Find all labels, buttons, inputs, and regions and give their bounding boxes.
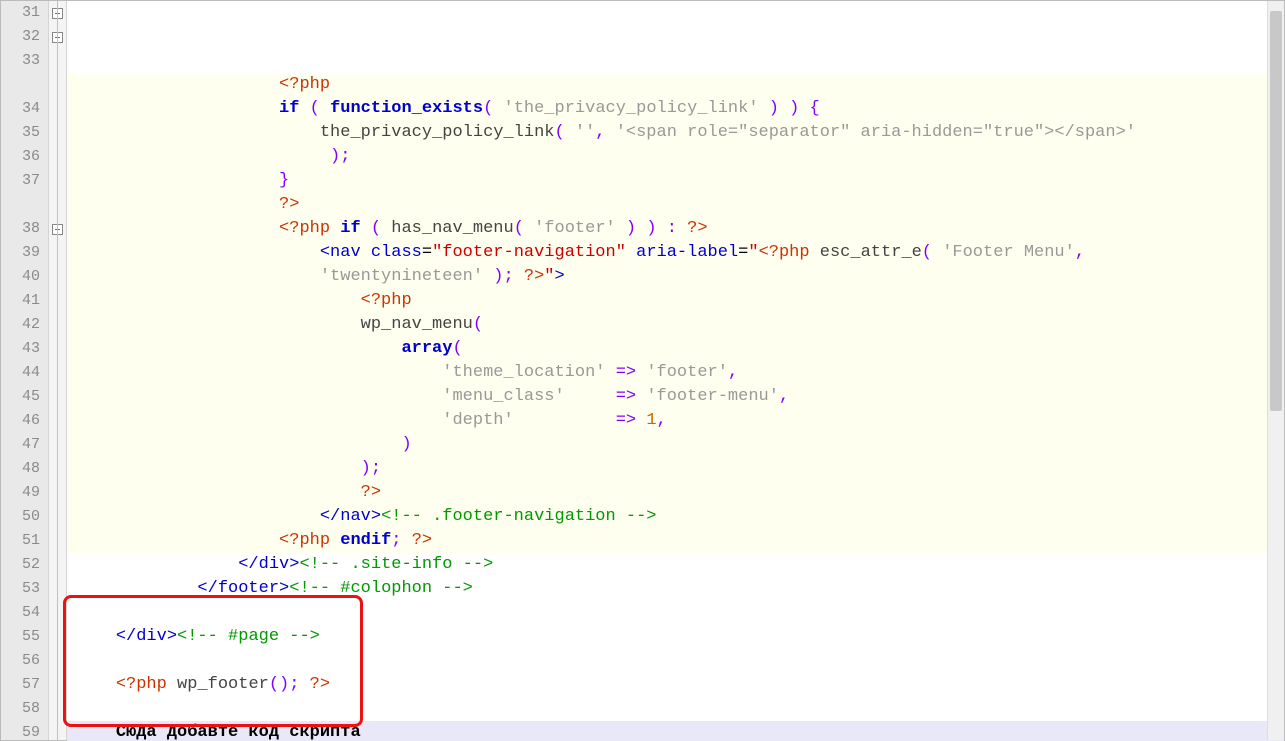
line-number: 58 (1, 697, 40, 721)
code-line[interactable] (67, 649, 1284, 673)
code-line[interactable]: ); (67, 457, 1284, 481)
code-line[interactable] (67, 601, 1284, 625)
code-line[interactable]: 'twentynineteen' ); ?>"> (67, 265, 1284, 289)
code-line[interactable]: </nav><!-- .footer-navigation --> (67, 505, 1284, 529)
code-line[interactable]: wp_nav_menu( (67, 313, 1284, 337)
code-line[interactable]: <?php endif; ?> (67, 529, 1284, 553)
line-number (1, 73, 40, 97)
line-number: 52 (1, 553, 40, 577)
code-area[interactable]: <?php if ( function_exists( 'the_privacy… (67, 1, 1284, 740)
code-line[interactable]: 'depth' => 1, (67, 409, 1284, 433)
line-number: 39 (1, 241, 40, 265)
code-line[interactable]: </div><!-- .site-info --> (67, 553, 1284, 577)
line-number: 31 (1, 1, 40, 25)
line-number: 33 (1, 49, 40, 73)
line-number: 45 (1, 385, 40, 409)
line-number: 42 (1, 313, 40, 337)
line-number: 56 (1, 649, 40, 673)
line-number: 38 (1, 217, 40, 241)
code-line[interactable]: 'theme_location' => 'footer', (67, 361, 1284, 385)
code-line[interactable]: </div><!-- #page --> (67, 625, 1284, 649)
code-line[interactable]: array( (67, 337, 1284, 361)
code-line[interactable]: <?php (67, 289, 1284, 313)
code-line[interactable]: </footer><!-- #colophon --> (67, 577, 1284, 601)
line-number: 32 (1, 25, 40, 49)
code-line[interactable]: ?> (67, 193, 1284, 217)
line-number: 44 (1, 361, 40, 385)
code-line[interactable]: Сюда добавте код скрипта (67, 721, 1284, 741)
line-number: 50 (1, 505, 40, 529)
line-number: 35 (1, 121, 40, 145)
line-number: 59 (1, 721, 40, 741)
code-line[interactable]: ?> (67, 481, 1284, 505)
code-line[interactable]: 'menu_class' => 'footer-menu', (67, 385, 1284, 409)
line-number: 55 (1, 625, 40, 649)
code-line[interactable]: <nav class="footer-navigation" aria-labe… (67, 241, 1284, 265)
code-line[interactable]: <?php if ( has_nav_menu( 'footer' ) ) : … (67, 217, 1284, 241)
code-line[interactable]: } (67, 169, 1284, 193)
line-number: 40 (1, 265, 40, 289)
fold-gutter[interactable] (49, 1, 67, 740)
code-line[interactable] (67, 697, 1284, 721)
line-number: 46 (1, 409, 40, 433)
line-number: 53 (1, 577, 40, 601)
line-number (1, 193, 40, 217)
scrollbar-thumb[interactable] (1270, 11, 1282, 411)
line-number: 43 (1, 337, 40, 361)
line-number: 54 (1, 601, 40, 625)
code-line[interactable]: if ( function_exists( 'the_privacy_polic… (67, 97, 1284, 121)
line-number-gutter[interactable]: 313233 34353637 38394041424344454647484950… (1, 1, 49, 740)
line-number: 36 (1, 145, 40, 169)
line-number: 51 (1, 529, 40, 553)
line-number: 49 (1, 481, 40, 505)
line-number: 48 (1, 457, 40, 481)
code-line[interactable]: ); (67, 145, 1284, 169)
code-line[interactable]: <?php (67, 73, 1284, 97)
line-number: 57 (1, 673, 40, 697)
code-line[interactable]: the_privacy_policy_link( '', '<span role… (67, 121, 1284, 145)
code-line[interactable]: ) (67, 433, 1284, 457)
line-number: 41 (1, 289, 40, 313)
line-number: 47 (1, 433, 40, 457)
vertical-scrollbar[interactable] (1267, 1, 1284, 740)
line-number: 34 (1, 97, 40, 121)
code-editor: 313233 34353637 38394041424344454647484950… (0, 0, 1285, 741)
line-number: 37 (1, 169, 40, 193)
code-line[interactable]: <?php wp_footer(); ?> (67, 673, 1284, 697)
